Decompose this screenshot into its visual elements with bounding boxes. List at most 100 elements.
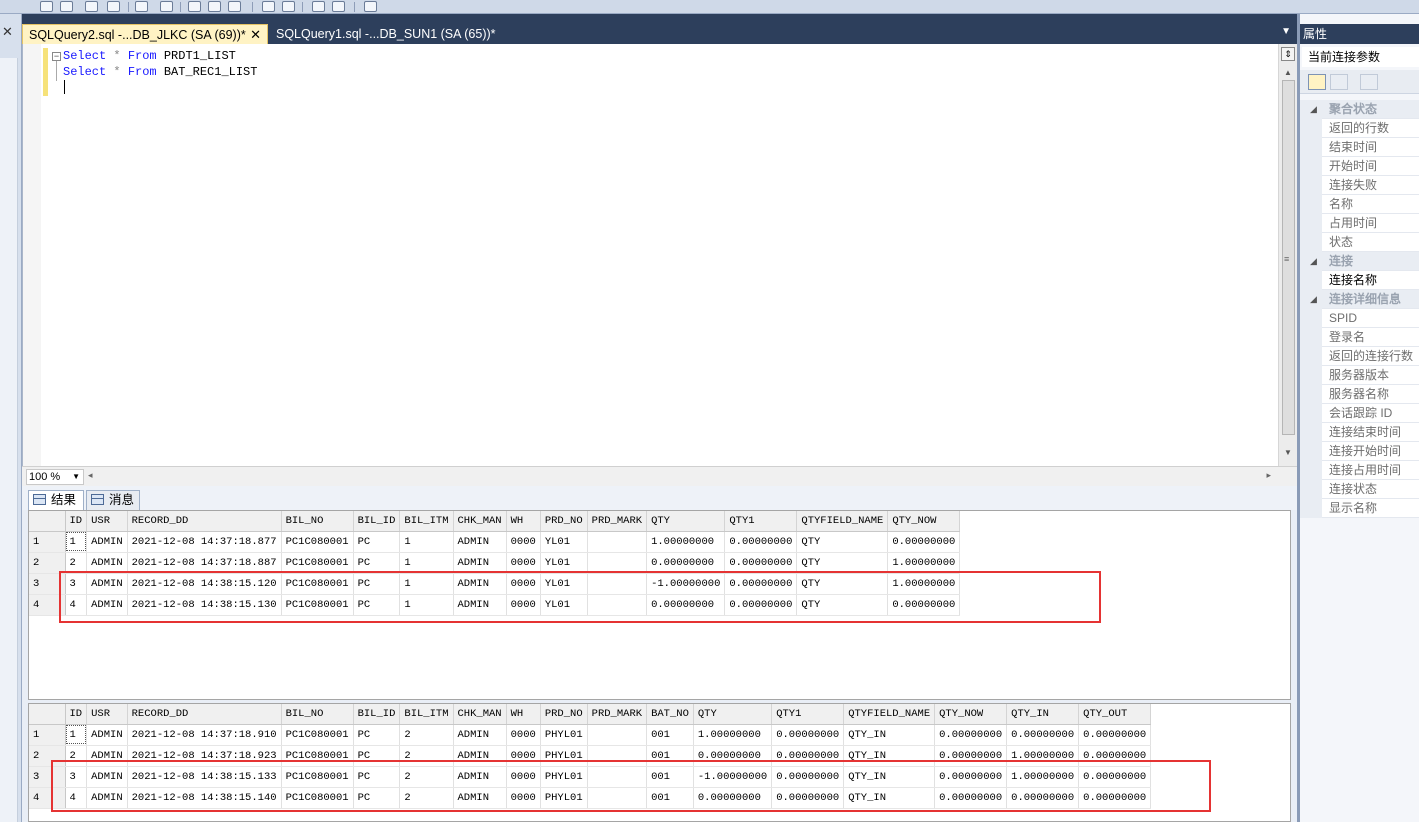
- table-cell[interactable]: 0.00000000: [646, 552, 726, 574]
- toolbar-button-icon[interactable]: [135, 1, 148, 12]
- table-cell[interactable]: 1: [65, 531, 88, 553]
- property-item[interactable]: 会话跟踪 ID: [1300, 404, 1419, 423]
- expand-triangle-icon[interactable]: ◢: [1310, 252, 1317, 271]
- table-cell[interactable]: 001: [646, 724, 694, 746]
- property-item[interactable]: 连接占用时间: [1300, 461, 1419, 480]
- toolbar-button-icon[interactable]: [332, 1, 345, 12]
- table-cell[interactable]: ADMIN: [86, 724, 128, 746]
- close-icon[interactable]: ✕: [250, 25, 261, 45]
- table-cell[interactable]: [587, 552, 648, 574]
- table-cell[interactable]: 0.00000000: [724, 552, 798, 574]
- row-number[interactable]: 2: [29, 552, 66, 574]
- toolbar-button-icon[interactable]: [107, 1, 120, 12]
- property-pages-icon[interactable]: [1360, 74, 1378, 90]
- toolbar-button-icon[interactable]: [228, 1, 241, 12]
- column-header[interactable]: PRD_MARK: [587, 511, 648, 532]
- column-header[interactable]: QTY1: [771, 704, 845, 725]
- table-cell[interactable]: 0000: [506, 724, 541, 746]
- column-header[interactable]: ID: [65, 704, 88, 725]
- row-number[interactable]: 1: [29, 531, 66, 553]
- column-header[interactable]: CHK_MAN: [453, 704, 507, 725]
- table-cell[interactable]: PC1C080001: [281, 531, 354, 553]
- table-row[interactable]: 2 2 ADMIN 2021-12-08 14:37:18.887 PC1C080001…: [29, 552, 961, 574]
- column-header[interactable]: QTY: [646, 511, 726, 532]
- tab-results[interactable]: 结果: [28, 490, 84, 510]
- column-header[interactable]: PRD_NO: [540, 704, 588, 725]
- column-header[interactable]: BIL_ITM: [399, 511, 454, 532]
- row-header-corner[interactable]: [29, 511, 66, 532]
- table-cell[interactable]: 2021-12-08 14:37:18.877: [127, 531, 282, 553]
- column-header[interactable]: ID: [65, 511, 88, 532]
- table-cell[interactable]: ADMIN: [86, 531, 128, 553]
- tab-sqlquery2[interactable]: SQLQuery2.sql -...DB_JLKC (SA (69))* ✕: [22, 24, 268, 44]
- column-header[interactable]: BIL_ID: [353, 704, 401, 725]
- expand-triangle-icon[interactable]: ◢: [1310, 100, 1317, 119]
- toolbar-button-icon[interactable]: [188, 1, 201, 12]
- table-cell[interactable]: 1.00000000: [887, 552, 961, 574]
- column-header[interactable]: WH: [506, 511, 541, 532]
- tab-messages[interactable]: 消息: [86, 490, 140, 510]
- property-item[interactable]: 连接状态: [1300, 480, 1419, 499]
- table-cell[interactable]: ADMIN: [453, 552, 507, 574]
- table-cell[interactable]: 1: [399, 531, 454, 553]
- scroll-up-icon[interactable]: ▲: [1284, 68, 1292, 77]
- toolbar-button-icon[interactable]: [40, 1, 53, 12]
- toolbar-button-icon[interactable]: [208, 1, 221, 12]
- column-header[interactable]: BIL_ID: [353, 511, 401, 532]
- column-header[interactable]: QTYFIELD_NAME: [796, 511, 889, 532]
- table-cell[interactable]: PC: [353, 724, 401, 746]
- left-panel-scrollbar[interactable]: [0, 58, 18, 822]
- code-area[interactable]: Select * From PRDT1_LIST Select * From B…: [63, 48, 257, 80]
- sort-az-icon[interactable]: [1330, 74, 1348, 90]
- table-cell[interactable]: 1.00000000: [693, 724, 773, 746]
- row-number[interactable]: 1: [29, 724, 66, 746]
- row-header-corner[interactable]: [29, 704, 66, 725]
- column-header[interactable]: QTY1: [724, 511, 798, 532]
- table-cell[interactable]: QTY: [796, 552, 889, 574]
- table-cell[interactable]: 1: [65, 724, 88, 746]
- chevron-down-icon[interactable]: ▼: [72, 470, 80, 484]
- table-cell[interactable]: PC1C080001: [281, 552, 354, 574]
- column-header[interactable]: CHK_MAN: [453, 511, 507, 532]
- table-row[interactable]: 1 1 ADMIN 2021-12-08 14:37:18.910 PC1C080001…: [29, 724, 1152, 746]
- scroll-right-icon[interactable]: ▸: [1266, 470, 1271, 481]
- property-category[interactable]: ◢ 连接详细信息: [1300, 290, 1419, 309]
- toolbar-button-icon[interactable]: [364, 1, 377, 12]
- toolbar-button-icon[interactable]: [160, 1, 173, 12]
- table-cell[interactable]: 0.00000000: [887, 531, 961, 553]
- table-cell[interactable]: [587, 724, 648, 746]
- table-cell[interactable]: 0000: [506, 531, 541, 553]
- column-header[interactable]: QTY_IN: [1006, 704, 1080, 725]
- toolbar-button-icon[interactable]: [262, 1, 275, 12]
- table-cell[interactable]: 0000: [506, 552, 541, 574]
- table-cell[interactable]: 2021-12-08 14:37:18.910: [127, 724, 282, 746]
- property-item[interactable]: 连接名称: [1300, 271, 1419, 290]
- split-icon[interactable]: ⇕: [1281, 47, 1295, 61]
- property-item[interactable]: 返回的连接行数: [1300, 347, 1419, 366]
- scroll-left-icon[interactable]: ◂: [88, 470, 93, 481]
- property-item[interactable]: 返回的行数: [1300, 119, 1419, 138]
- property-category[interactable]: ◢ 连接: [1300, 252, 1419, 271]
- table-cell[interactable]: ADMIN: [86, 552, 128, 574]
- object-select[interactable]: 当前连接参数: [1302, 47, 1419, 67]
- categorized-icon[interactable]: [1308, 74, 1326, 90]
- property-item[interactable]: 连接开始时间: [1300, 442, 1419, 461]
- table-cell[interactable]: 2: [65, 552, 88, 574]
- close-icon[interactable]: ✕: [2, 24, 13, 40]
- column-header[interactable]: RECORD_DD: [127, 511, 282, 532]
- scroll-down-icon[interactable]: ▼: [1284, 448, 1292, 457]
- property-item[interactable]: 连接失败: [1300, 176, 1419, 195]
- property-category[interactable]: ◢ 聚合状态: [1300, 100, 1419, 119]
- table-cell[interactable]: 0.00000000: [1006, 724, 1080, 746]
- table-cell[interactable]: 0.00000000: [1078, 724, 1152, 746]
- column-header[interactable]: USR: [86, 511, 128, 532]
- column-header[interactable]: BIL_ITM: [399, 704, 454, 725]
- tab-sqlquery1[interactable]: SQLQuery1.sql -...DB_SUN1 (SA (65))*: [270, 24, 500, 44]
- table-cell[interactable]: 1.00000000: [646, 531, 726, 553]
- property-item[interactable]: 服务器名称: [1300, 385, 1419, 404]
- column-header[interactable]: BAT_NO: [646, 704, 694, 725]
- property-item[interactable]: 服务器版本: [1300, 366, 1419, 385]
- table-cell[interactable]: QTY_IN: [843, 724, 936, 746]
- table-cell[interactable]: ADMIN: [453, 724, 507, 746]
- column-header[interactable]: QTY_NOW: [887, 511, 961, 532]
